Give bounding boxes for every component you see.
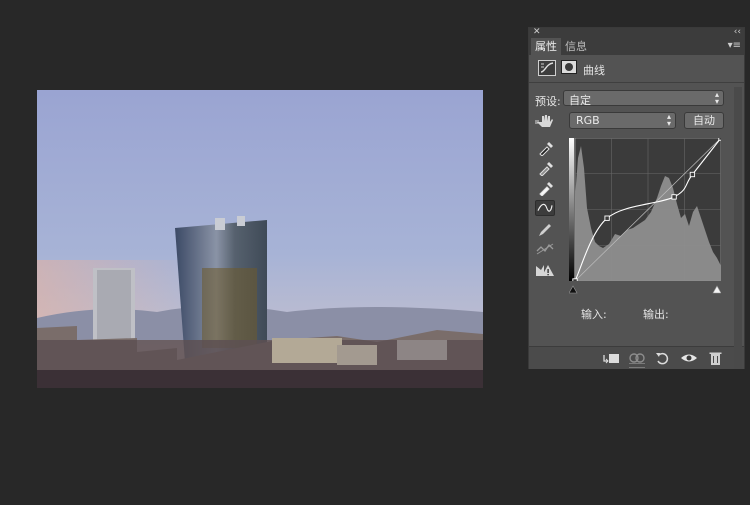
preset-value: 自定 <box>569 94 591 107</box>
output-label: 输出: <box>643 308 669 321</box>
updown-icon: ▴ ▾ <box>714 90 719 106</box>
curve-control-point[interactable] <box>572 278 578 281</box>
black-point-slider[interactable] <box>569 285 578 294</box>
tab-properties[interactable]: 属性 <box>531 38 561 55</box>
properties-panel: ✕ ‹‹ 属性 信息 ▾≡ 曲线 预设: 自定 ▴ ▾ RGB ▴ ▾ 自动 输… <box>528 27 745 369</box>
smooth-curve-icon[interactable] <box>535 241 555 257</box>
document-canvas-image <box>37 90 483 388</box>
close-icon[interactable]: ✕ <box>533 25 541 39</box>
mask-icon[interactable] <box>561 60 577 74</box>
adjustment-header: 曲线 <box>529 55 744 83</box>
panel-resize-grip[interactable] <box>629 363 645 368</box>
eyedropper-black-icon[interactable] <box>535 140 555 156</box>
eyedropper-white-icon[interactable] <box>535 180 555 196</box>
trash-icon[interactable] <box>705 350 725 366</box>
input-level-sliders[interactable] <box>569 284 721 294</box>
eyedropper-gray-icon[interactable] <box>535 160 555 176</box>
curve-smooth-icon[interactable] <box>535 200 555 216</box>
curve-control-point[interactable] <box>718 138 721 141</box>
curve-control-point[interactable] <box>689 171 696 178</box>
curves-adjustment-icon[interactable] <box>538 60 556 76</box>
adjustment-title: 曲线 <box>583 64 605 77</box>
output-gradient-bar <box>569 138 574 281</box>
panel-tab-bar: 属性 信息 ▾≡ <box>529 38 744 55</box>
clipping-warning-icon[interactable] <box>535 262 555 278</box>
clip-to-layer-icon[interactable] <box>601 350 621 366</box>
visibility-icon[interactable] <box>679 350 699 366</box>
white-point-slider[interactable] <box>712 285 721 294</box>
panel-menu-icon[interactable]: ▾≡ <box>728 40 741 51</box>
curve-control-point[interactable] <box>604 215 610 221</box>
hand-tool-icon[interactable] <box>535 113 555 129</box>
channel-dropdown[interactable]: RGB ▴ ▾ <box>569 112 676 129</box>
curves-graph[interactable] <box>569 138 721 281</box>
preset-dropdown[interactable]: 自定 ▴ ▾ <box>563 90 724 107</box>
preset-label: 预设: <box>535 95 561 108</box>
input-label: 输入: <box>581 308 607 321</box>
channel-value: RGB <box>576 114 600 127</box>
tab-info[interactable]: 信息 <box>561 38 591 55</box>
collapse-icon[interactable]: ‹‹ <box>734 25 741 39</box>
panel-title-bar[interactable]: ✕ ‹‹ <box>529 25 744 39</box>
auto-button[interactable]: 自动 <box>684 112 724 129</box>
reset-icon[interactable] <box>653 350 673 366</box>
pencil-icon[interactable] <box>535 222 555 238</box>
curve-control-point[interactable] <box>671 194 677 200</box>
updown-icon: ▴ ▾ <box>666 112 671 128</box>
panel-scroll-strip[interactable] <box>734 87 742 369</box>
